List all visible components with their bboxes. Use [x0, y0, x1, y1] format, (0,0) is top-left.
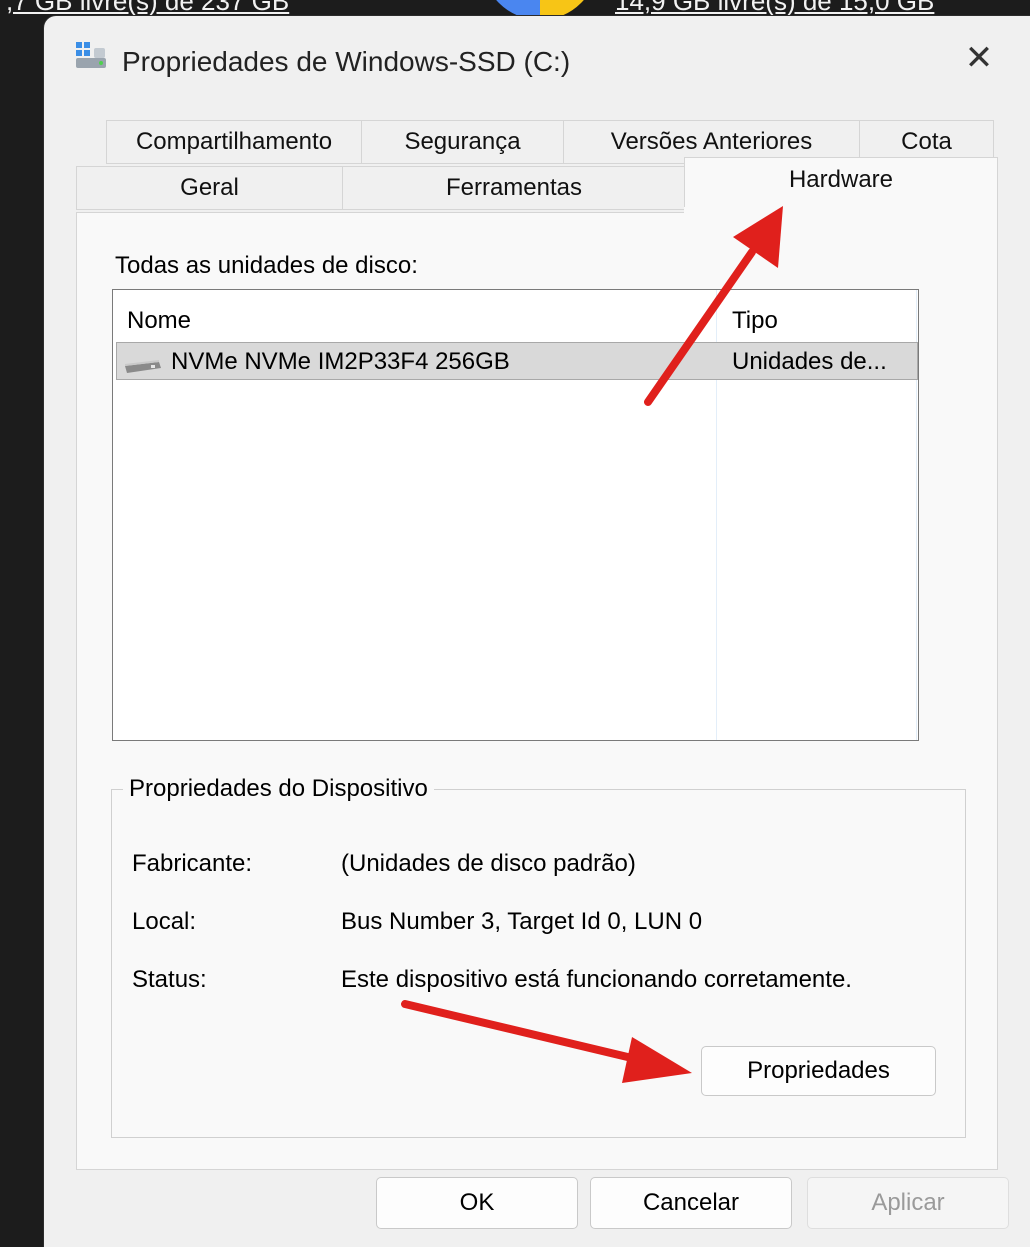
tab-compartilhamento[interactable]: Compartilhamento: [106, 120, 362, 164]
dialog-title: Propriedades de Windows-SSD (C:): [122, 46, 571, 77]
properties-dialog: Propriedades de Windows-SSD (C:) ✕ Compa…: [44, 16, 1030, 1247]
drive-icon: [76, 42, 106, 68]
tab-hardware[interactable]: Hardware: [684, 157, 998, 213]
cancel-button[interactable]: Cancelar: [590, 1177, 792, 1229]
location-value: Bus Number 3, Target Id 0, LUN 0: [341, 908, 703, 935]
device-properties-group: Propriedades do Dispositivo Fabricante: …: [111, 775, 966, 1138]
tab-panel-joint: [684, 207, 996, 215]
background-drive-space-right: 14,9 GB livre(s) de 15,0 GB: [615, 0, 935, 16]
status-label: Status:: [132, 966, 207, 993]
device-properties-button[interactable]: Propriedades: [701, 1046, 936, 1096]
disks-list-view[interactable]: Nome Tipo NVMe NVMe IM2P33F4 256GB Unida…: [112, 289, 919, 741]
column-header-tipo[interactable]: Tipo: [732, 307, 778, 335]
ok-button[interactable]: OK: [376, 1177, 578, 1229]
column-header-nome[interactable]: Nome: [127, 307, 191, 335]
tab-seguranca[interactable]: Segurança: [361, 120, 564, 164]
status-value: Este dispositivo está funcionando corret…: [341, 966, 852, 993]
background-drive-space-left: ,7 GB livre(s) de 237 GB: [6, 0, 290, 16]
location-label: Local:: [132, 908, 197, 935]
list-item[interactable]: NVMe NVMe IM2P33F4 256GB Unidades de...: [116, 342, 918, 380]
apply-button: Aplicar: [807, 1177, 1009, 1229]
close-button[interactable]: ✕: [952, 36, 1006, 80]
disks-list-label: Todas as unidades de disco:: [115, 252, 418, 279]
manufacturer-value: (Unidades de disco padrão): [341, 850, 636, 877]
disk-type: Unidades de...: [732, 348, 887, 375]
tab-geral[interactable]: Geral: [76, 166, 343, 210]
manufacturer-label: Fabricante:: [132, 850, 253, 877]
close-icon: ✕: [964, 38, 994, 78]
group-title: Propriedades do Dispositivo: [123, 775, 434, 803]
disk-name: NVMe NVMe IM2P33F4 256GB: [171, 348, 510, 375]
hard-disk-icon: [125, 360, 161, 373]
tab-ferramentas[interactable]: Ferramentas: [342, 166, 686, 210]
